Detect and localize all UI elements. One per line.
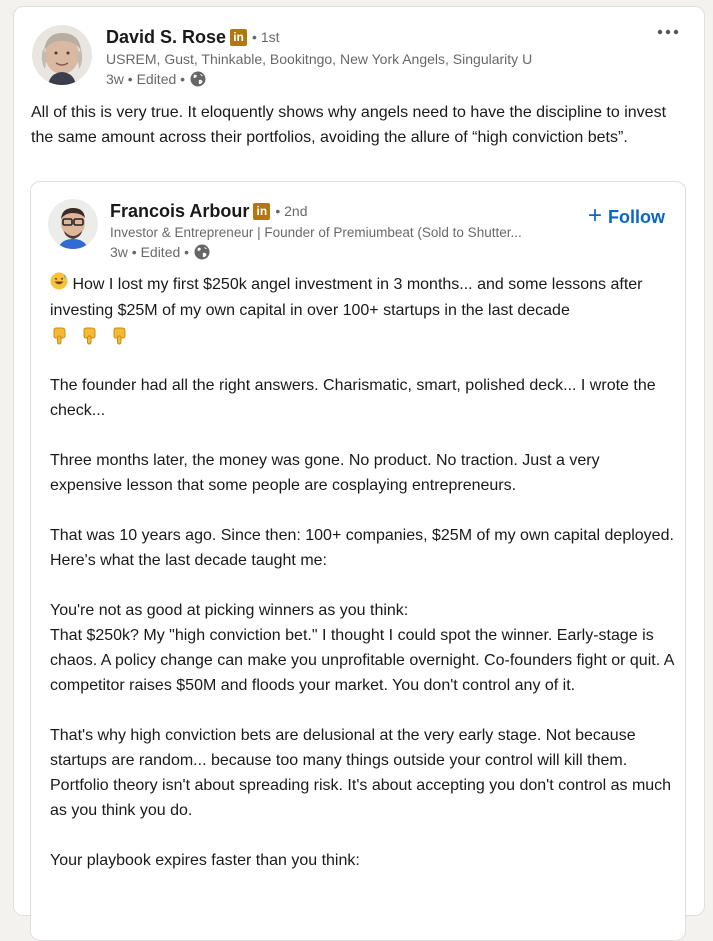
grinning-sweat-emoji xyxy=(50,272,68,298)
post-paragraph: That $250k? My "high conviction bet." I … xyxy=(50,627,674,694)
reshared-author-avatar[interactable] xyxy=(48,199,98,249)
author-headline: USREM, Gust, Thinkable, Bookitngo, New Y… xyxy=(106,51,533,67)
post-paragraph: The founder had all the right answers. C… xyxy=(50,377,656,419)
connection-degree: • 1st xyxy=(252,29,280,45)
post-paragraph: That's why high conviction bets are delu… xyxy=(50,727,672,819)
author-name[interactable]: David S. Rose xyxy=(106,27,226,48)
reshared-author-name[interactable]: Francois Arbour xyxy=(110,201,249,222)
feed-post-card: David S. Rose in • 1st USREM, Gust, Thin… xyxy=(13,6,705,941)
more-horizontal-icon xyxy=(657,29,679,35)
linkedin-premium-badge-icon: in xyxy=(230,28,248,46)
backhand-index-pointing-down-emoji xyxy=(53,327,66,344)
globe-icon xyxy=(194,244,210,260)
author-avatar[interactable] xyxy=(32,25,92,85)
post-timestamp[interactable]: 3w • Edited • xyxy=(106,71,185,87)
post-paragraph-heading: You're not as good at picking winners as… xyxy=(50,602,409,619)
globe-icon xyxy=(190,71,206,87)
reshared-connection-degree: • 2nd xyxy=(275,203,308,219)
post-paragraph: Your playbook expires faster than you th… xyxy=(50,852,360,869)
plus-icon: + xyxy=(587,202,602,229)
post-paragraph: That was 10 years ago. Since then: 100+ … xyxy=(50,527,674,569)
post-commentary: All of this is very true. It eloquently … xyxy=(31,104,667,146)
post-author: David S. Rose in • 1st USREM, Gust, Thin… xyxy=(32,25,532,87)
follow-button[interactable]: + Follow xyxy=(587,202,665,229)
post-paragraph: Three months later, the money was gone. … xyxy=(50,452,600,494)
backhand-index-pointing-down-emoji xyxy=(83,327,96,344)
more-options-button[interactable] xyxy=(654,21,682,43)
post-line-intro: How I lost my first $250k angel investme… xyxy=(50,276,643,319)
linkedin-premium-badge-icon: in xyxy=(253,202,271,220)
reshared-author-headline: Investor & Entrepreneur | Founder of Pre… xyxy=(110,225,522,240)
follow-label: Follow xyxy=(608,206,665,227)
reshared-post-body: How I lost my first $250k angel investme… xyxy=(50,272,675,898)
reshared-post-card: Francois Arbour in • 2nd Investor & Entr… xyxy=(30,181,686,941)
reshared-author: Francois Arbour in • 2nd Investor & Entr… xyxy=(48,199,570,260)
reshared-post-timestamp[interactable]: 3w • Edited • xyxy=(110,244,189,260)
backhand-index-pointing-down-emoji xyxy=(113,327,126,344)
